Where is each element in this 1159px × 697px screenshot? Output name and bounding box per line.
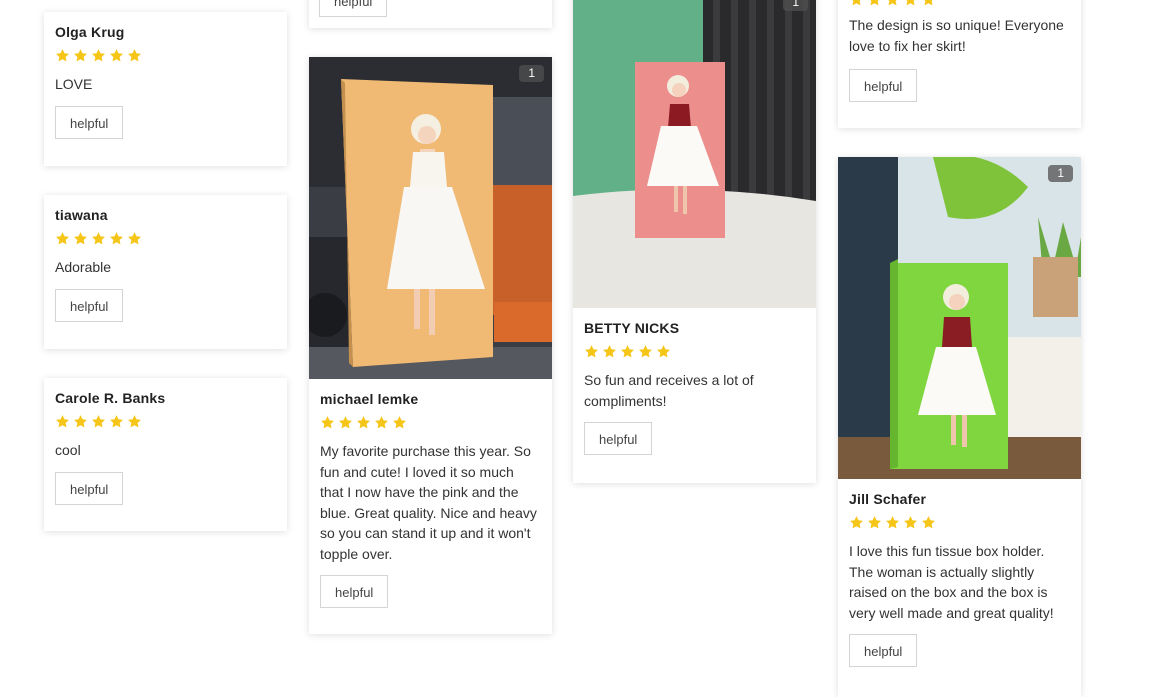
review-card: 1 michael lemke My favorite purchase thi… (309, 57, 552, 634)
helpful-button[interactable]: helpful (319, 0, 388, 17)
star-icon (338, 415, 353, 430)
image-count-badge: 1 (783, 0, 808, 11)
review-text: LOVE (55, 76, 93, 92)
review-text: cool (55, 442, 81, 458)
star-icon (73, 48, 88, 63)
review-text: The design is so unique! Everyone love t… (849, 17, 1064, 54)
star-icon (109, 231, 124, 246)
review-card: 1 BETTY NICKS So fun and receives a lot … (573, 0, 816, 483)
star-icon (849, 515, 864, 530)
helpful-button[interactable]: helpful (320, 575, 389, 608)
review-photo[interactable]: 1 (309, 57, 552, 379)
star-icon (91, 414, 106, 429)
star-icon (91, 231, 106, 246)
tissue-box-photo (573, 0, 816, 308)
review-author: Olga Krug (55, 24, 125, 40)
star-icon (55, 414, 70, 429)
star-icon (109, 414, 124, 429)
star-icon (356, 415, 371, 430)
star-icon (849, 0, 864, 7)
review-card: Olga Krug LOVE helpful (44, 12, 287, 166)
tissue-box-photo (309, 57, 552, 379)
review-author: Jill Schafer (849, 491, 927, 507)
star-icon (921, 515, 936, 530)
star-icon (91, 48, 106, 63)
review-text: My favorite purchase this year. So fun a… (320, 443, 537, 562)
review-card: Carole R. Banks cool helpful (44, 378, 287, 531)
helpful-button[interactable]: helpful (849, 634, 918, 667)
review-author: michael lemke (320, 391, 419, 407)
review-card: tiawana Adorable helpful (44, 195, 287, 349)
review-card-partial: helpful (309, 0, 552, 28)
tissue-box-photo (838, 157, 1081, 479)
star-icon (602, 344, 617, 359)
star-icon (867, 0, 882, 7)
star-icon (885, 515, 900, 530)
star-icon (127, 231, 142, 246)
star-icon (320, 415, 335, 430)
star-icon (867, 515, 882, 530)
star-icon (109, 48, 124, 63)
helpful-button[interactable]: helpful (849, 69, 918, 102)
star-icon (55, 231, 70, 246)
star-icon (903, 515, 918, 530)
star-icon (392, 415, 407, 430)
image-count-badge: 1 (1048, 165, 1073, 182)
star-icon (73, 414, 88, 429)
star-rating (55, 414, 276, 429)
star-icon (55, 48, 70, 63)
helpful-button[interactable]: helpful (55, 471, 124, 505)
review-card: The design is so unique! Everyone love t… (838, 0, 1081, 128)
star-icon (127, 48, 142, 63)
review-text: I love this fun tissue box holder. The w… (849, 543, 1054, 621)
star-icon (620, 344, 635, 359)
star-rating (320, 415, 541, 430)
star-icon (374, 415, 389, 430)
review-author: Carole R. Banks (55, 390, 166, 406)
star-icon (903, 0, 918, 7)
star-icon (584, 344, 599, 359)
star-rating (55, 231, 276, 246)
review-text: Adorable (55, 259, 112, 275)
helpful-button[interactable]: helpful (55, 105, 124, 139)
review-photo[interactable]: 1 (573, 0, 816, 308)
star-icon (656, 344, 671, 359)
star-rating (584, 344, 805, 359)
star-icon (885, 0, 900, 7)
review-card: 1 Jill Schafer I love this fun tissue bo… (838, 157, 1081, 697)
star-icon (921, 0, 936, 7)
helpful-button[interactable]: helpful (55, 288, 124, 322)
review-photo[interactable]: 1 (838, 157, 1081, 479)
star-rating (55, 48, 276, 63)
star-icon (638, 344, 653, 359)
star-rating (849, 515, 1070, 530)
review-text: So fun and receives a lot of compliments… (584, 372, 754, 409)
star-icon (127, 414, 142, 429)
star-icon (73, 231, 88, 246)
star-rating (849, 0, 1070, 7)
review-author: BETTY NICKS (584, 320, 680, 336)
review-author: tiawana (55, 207, 108, 223)
helpful-button[interactable]: helpful (584, 422, 653, 455)
image-count-badge: 1 (519, 65, 544, 82)
